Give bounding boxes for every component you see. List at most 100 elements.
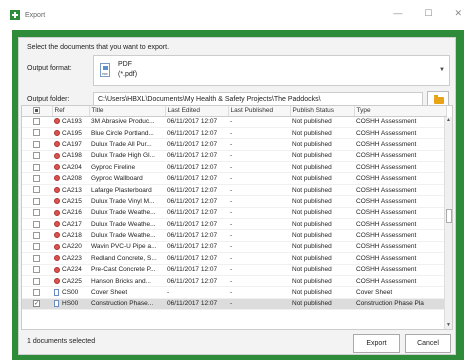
cell-last-edited: 06/11/2017 12:07 (165, 184, 228, 197)
table-row[interactable]: CA216 Dulux Trade Weathe... 06/11/2017 12:… (22, 207, 446, 220)
cell-type: COSHH Assessment (354, 229, 446, 242)
export-button[interactable]: Export (353, 334, 400, 353)
row-checkbox[interactable] (22, 195, 52, 208)
cell-type: Cover Sheet (354, 286, 446, 299)
cell-title: Dulux Trade Weathe... (89, 207, 165, 220)
cell-ref: CA195 (52, 127, 89, 140)
cell-title: Cover Sheet (89, 286, 165, 299)
row-checkbox[interactable] (22, 150, 52, 163)
table-row[interactable]: CA204 Gyproc Fireline 06/11/2017 12:07- Not… (22, 161, 446, 174)
cell-last-published: - (228, 184, 290, 197)
row-checkbox[interactable] (22, 252, 52, 265)
cell-last-published: - (228, 298, 290, 311)
row-checkbox[interactable] (22, 138, 52, 151)
window-title: Export (25, 11, 46, 19)
error-icon (54, 129, 60, 136)
cell-title: Blue Circle Portland... (89, 127, 165, 140)
cell-title: Dulux Trade High Gl... (89, 150, 165, 163)
row-checkbox[interactable] (22, 241, 52, 254)
cell-last-published: - (228, 138, 290, 151)
cell-ref: HS00 (52, 298, 89, 311)
grid-header: Ref Title Last Edited Last Published Pub… (22, 106, 447, 117)
column-header-publish-status[interactable]: Publish Status (290, 106, 355, 117)
select-all-checkbox[interactable] (22, 106, 53, 117)
table-row[interactable]: CA198 Dulux Trade High Gl... 06/11/2017 12… (22, 150, 446, 163)
document-icon (54, 288, 59, 296)
cell-type: COSHH Assessment (354, 218, 446, 231)
cell-ref: CA218 (52, 229, 89, 242)
table-row[interactable]: CS00 Cover Sheet - - Not published Cover Shee… (22, 286, 446, 299)
row-checkbox[interactable] (22, 172, 52, 185)
table-row[interactable]: CA193 3M Abrasive Produc... 06/11/2017 12:… (22, 116, 446, 128)
row-checkbox[interactable] (22, 116, 52, 128)
cell-title: Gyproc Fireline (89, 161, 165, 174)
cell-ref: CA223 (52, 252, 89, 265)
scroll-down-icon[interactable]: ▼ (445, 322, 452, 329)
row-checkbox[interactable] (22, 286, 52, 299)
cell-publish-status: Not published (290, 207, 354, 220)
column-header-last-edited[interactable]: Last Edited (165, 106, 229, 117)
table-row[interactable]: CA220 Wavin PVC-U Pipe a... 06/11/2017 12:… (22, 241, 446, 254)
table-row[interactable]: CA223 Redland Concrete, S... 06/11/2017 12… (22, 252, 446, 265)
cancel-button[interactable]: Cancel (405, 334, 451, 353)
cell-publish-status: Not published (290, 218, 354, 231)
cell-ref: CA216 (52, 207, 89, 220)
window-controls: — ☐ ✕ (393, 8, 462, 19)
title-bar: Export — ☐ ✕ (0, 0, 468, 30)
row-checkbox[interactable] (22, 161, 52, 174)
cell-type: COSHH Assessment (354, 184, 446, 197)
table-row[interactable]: CA224 Pre-Cast Concrete P... 06/11/2017 12… (22, 264, 446, 276)
row-checkbox[interactable] (22, 218, 52, 231)
row-checkbox[interactable] (22, 229, 52, 242)
column-header-title[interactable]: Title (89, 106, 166, 117)
scroll-up-icon[interactable]: ▲ (445, 117, 452, 125)
table-row[interactable]: CA208 Gyproc Wallboard 06/11/2017 12:07- No… (22, 172, 446, 185)
cell-type: COSHH Assessment (354, 252, 446, 265)
row-checkbox[interactable] (22, 127, 52, 140)
cell-ref: CA220 (52, 241, 89, 254)
cell-ref: CA193 (52, 116, 89, 128)
table-row[interactable]: CA215 Dulux Trade Vinyl M... 06/11/2017 12… (22, 195, 446, 208)
format-name: PDF (118, 61, 132, 68)
cell-publish-status: Not published (290, 172, 354, 185)
row-checkbox[interactable] (22, 298, 52, 311)
cell-ref: CA198 (52, 150, 89, 163)
cell-title: Dulux Trade Vinyl M... (89, 195, 165, 208)
cell-publish-status: Not published (290, 275, 354, 288)
row-checkbox[interactable] (22, 264, 52, 276)
output-format-select[interactable]: PDF PDF (*.pdf) ▼ (93, 55, 450, 86)
vertical-scrollbar[interactable]: ▲ ▼ (444, 117, 452, 329)
cell-last-published: - (228, 275, 290, 288)
column-header-type[interactable]: Type (354, 106, 447, 117)
table-row[interactable]: CA217 Dulux Trade Weathe... 06/11/2017 12:… (22, 218, 446, 231)
error-icon (54, 186, 60, 193)
close-icon[interactable]: ✕ (454, 8, 462, 19)
cell-type: Construction Phase Pla (354, 298, 446, 311)
table-row[interactable]: CA218 Dulux Trade Weathe... 06/11/2017 12:… (22, 229, 446, 242)
cell-publish-status: Not published (290, 286, 354, 299)
column-header-ref[interactable]: Ref (52, 106, 90, 117)
cell-last-published: - (228, 229, 290, 242)
table-row[interactable]: CA195 Blue Circle Portland... 06/11/2017 1… (22, 127, 446, 140)
table-row[interactable]: CA225 Hanson Bricks and... 06/11/2017 12:0… (22, 275, 446, 288)
scrollbar-thumb[interactable] (446, 209, 452, 223)
cell-type: COSHH Assessment (354, 195, 446, 208)
table-row[interactable]: HS00Construction Phase...06/11/2017 12:0… (22, 298, 446, 311)
cell-last-published: - (228, 241, 290, 254)
app-icon (10, 10, 20, 20)
column-header-last-published[interactable]: Last Published (228, 106, 291, 117)
cell-type: COSHH Assessment (354, 116, 446, 128)
error-icon (54, 232, 60, 239)
row-checkbox[interactable] (22, 184, 52, 197)
table-row[interactable]: CA213 Lafarge Plasterboard 06/11/2017 12:0… (22, 184, 446, 197)
row-checkbox[interactable] (22, 275, 52, 288)
minimize-icon[interactable]: — (393, 8, 402, 19)
cell-publish-status: Not published (290, 241, 354, 254)
cell-ref: CA197 (52, 138, 89, 151)
row-checkbox[interactable] (22, 207, 52, 220)
table-row[interactable]: CA197 Dulux Trade All Pur... 06/11/2017 12… (22, 138, 446, 151)
error-icon (54, 243, 60, 250)
cell-title: Construction Phase... (89, 298, 165, 311)
cell-last-published: - (228, 127, 290, 140)
maximize-icon[interactable]: ☐ (424, 8, 432, 19)
